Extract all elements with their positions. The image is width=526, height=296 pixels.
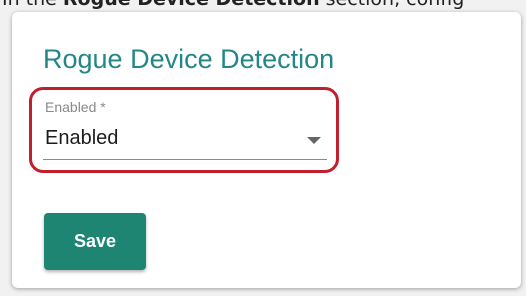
enabled-select-value: Enabled [45, 127, 119, 149]
enabled-select[interactable]: Enabled [43, 120, 327, 160]
instruction-bold: Rogue Device Detection [63, 0, 320, 10]
section-title: Rogue Device Detection [43, 44, 335, 74]
settings-card: Rogue Device Detection Enabled * Enabled… [12, 12, 521, 288]
dropdown-arrow-icon [307, 137, 321, 144]
save-button[interactable]: Save [44, 213, 146, 270]
enabled-field-label: Enabled * [45, 99, 106, 115]
instruction-prefix: In the [2, 0, 63, 10]
instruction-text: In the Rogue Device Detection section, c… [2, 0, 464, 10]
instruction-suffix: section, config [320, 0, 465, 10]
